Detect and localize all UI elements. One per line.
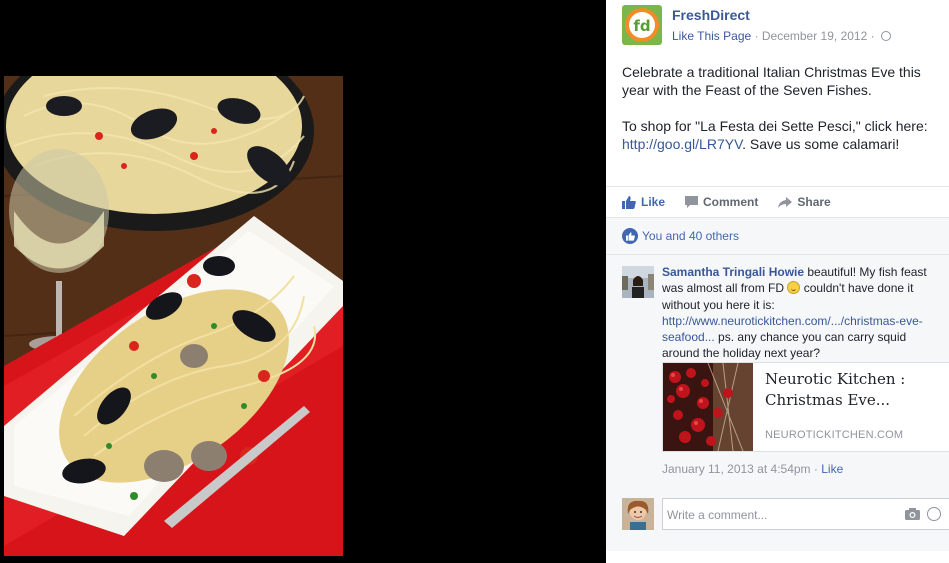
comment-footer: January 11, 2013 at 4:54pm · Like — [662, 462, 843, 476]
share-label: Share — [797, 195, 831, 209]
post-paragraph: To shop for "La Festa dei Sette Pesci," … — [622, 117, 933, 153]
freshdirect-logo: fd — [622, 5, 662, 45]
post-side-panel: fd FreshDirect Like This Page · December… — [606, 0, 949, 563]
comment-timestamp[interactable]: January 11, 2013 at 4:54pm — [662, 462, 811, 476]
likes-summary[interactable]: You and 40 others — [606, 218, 949, 255]
like-button[interactable]: Like — [622, 195, 665, 209]
svg-text:fd: fd — [633, 17, 650, 35]
smile-emoji-icon — [787, 281, 801, 295]
comment-button[interactable]: Comment — [685, 195, 758, 209]
camera-icon[interactable] — [905, 508, 920, 520]
link-preview-card[interactable]: Neurotic Kitchen : Christmas Eve... NEUR… — [662, 362, 949, 452]
page-avatar[interactable]: fd — [622, 5, 662, 45]
current-user-avatar — [622, 498, 654, 530]
comment-author-link[interactable]: Samantha Tringali Howie — [662, 265, 804, 279]
emoji-icon[interactable] — [927, 507, 941, 521]
post-paragraph: Celebrate a traditional Italian Christma… — [622, 64, 921, 98]
share-icon — [778, 196, 793, 208]
page-name-link[interactable]: FreshDirect — [672, 7, 750, 23]
link-preview-title: Neurotic Kitchen : Christmas Eve... — [765, 370, 906, 409]
like-label: Like — [641, 195, 666, 209]
photo-viewer: fd FreshDirect Like This Page · December… — [0, 0, 949, 563]
link-preview-thumbnail — [663, 363, 753, 451]
post-photo[interactable] — [4, 76, 343, 556]
post-date[interactable]: December 19, 2012 — [762, 29, 867, 43]
comment-body: Samantha Tringali Howie beautiful! My fi… — [662, 264, 932, 362]
post-message: Celebrate a traditional Italian Christma… — [606, 56, 949, 186]
meta-separator: · — [754, 29, 759, 43]
feedback-section: You and 40 others Samantha Tringali Howi… — [606, 218, 949, 551]
meta-separator: · — [870, 29, 875, 43]
post-action-bar: Like Comment Share — [606, 186, 949, 218]
likes-count-text[interactable]: You and 40 others — [642, 229, 739, 243]
commenter-avatar[interactable] — [622, 266, 654, 298]
thumbs-up-icon — [622, 195, 636, 209]
share-button[interactable]: Share — [778, 195, 831, 209]
comment-like-link[interactable]: Like — [821, 462, 843, 476]
like-page-link[interactable]: Like This Page — [672, 29, 751, 43]
post-meta: Like This Page · December 19, 2012 · — [672, 29, 891, 43]
link-preview-domain: NEUROTICKITCHEN.COM — [765, 429, 904, 441]
footer-separator: · — [813, 462, 818, 476]
post-text-span: To shop for "La Festa dei Sette Pesci," … — [622, 118, 928, 134]
post-text-span: . Save us some calamari! — [742, 136, 900, 152]
like-reaction-icon — [622, 228, 638, 244]
shop-link[interactable]: http://goo.gl/LR7YV — [622, 136, 742, 152]
comment-input[interactable] — [667, 506, 892, 524]
post-header: fd FreshDirect Like This Page · December… — [606, 0, 949, 56]
seafood-pasta-image — [4, 76, 343, 556]
comment-composer — [622, 498, 949, 532]
comment-icon — [685, 196, 699, 208]
comment-label: Comment — [703, 195, 759, 209]
globe-icon — [880, 31, 891, 41]
comment-input-box — [662, 498, 949, 530]
